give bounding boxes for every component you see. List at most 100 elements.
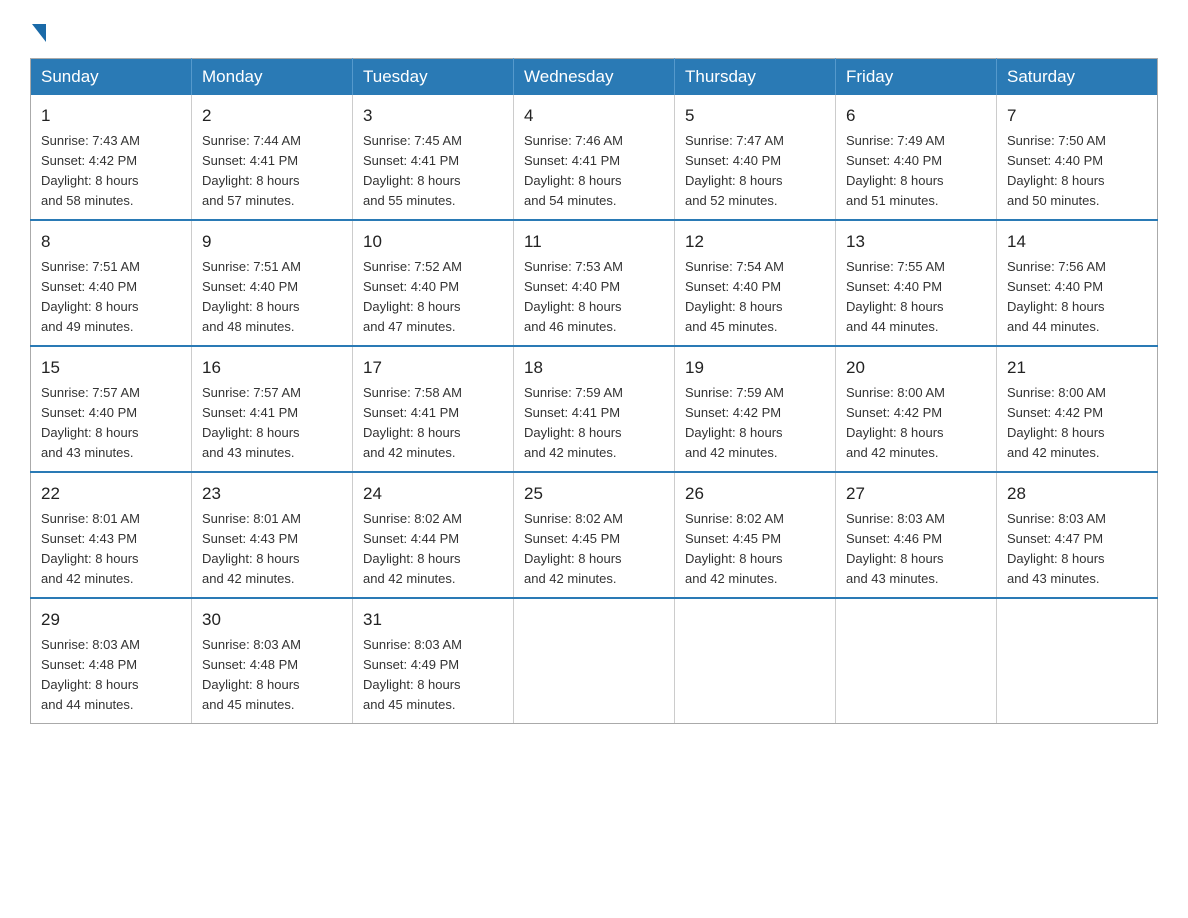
day-info: Sunrise: 8:02 AMSunset: 4:45 PMDaylight:… [524, 509, 664, 590]
day-cell: 18Sunrise: 7:59 AMSunset: 4:41 PMDayligh… [514, 346, 675, 472]
day-cell [997, 598, 1158, 724]
day-number: 9 [202, 229, 342, 255]
logo [30, 20, 46, 38]
col-header-friday: Friday [836, 59, 997, 96]
day-info: Sunrise: 7:57 AMSunset: 4:40 PMDaylight:… [41, 383, 181, 464]
day-number: 13 [846, 229, 986, 255]
day-cell: 23Sunrise: 8:01 AMSunset: 4:43 PMDayligh… [192, 472, 353, 598]
day-cell: 1Sunrise: 7:43 AMSunset: 4:42 PMDaylight… [31, 95, 192, 220]
day-info: Sunrise: 7:46 AMSunset: 4:41 PMDaylight:… [524, 131, 664, 212]
day-number: 23 [202, 481, 342, 507]
day-number: 2 [202, 103, 342, 129]
day-cell: 20Sunrise: 8:00 AMSunset: 4:42 PMDayligh… [836, 346, 997, 472]
col-header-monday: Monday [192, 59, 353, 96]
logo-arrow-icon [32, 24, 46, 42]
day-cell: 27Sunrise: 8:03 AMSunset: 4:46 PMDayligh… [836, 472, 997, 598]
day-number: 8 [41, 229, 181, 255]
day-number: 16 [202, 355, 342, 381]
day-info: Sunrise: 8:00 AMSunset: 4:42 PMDaylight:… [846, 383, 986, 464]
day-info: Sunrise: 8:03 AMSunset: 4:49 PMDaylight:… [363, 635, 503, 716]
day-number: 6 [846, 103, 986, 129]
day-number: 31 [363, 607, 503, 633]
day-cell: 6Sunrise: 7:49 AMSunset: 4:40 PMDaylight… [836, 95, 997, 220]
week-row-5: 29Sunrise: 8:03 AMSunset: 4:48 PMDayligh… [31, 598, 1158, 724]
day-info: Sunrise: 7:56 AMSunset: 4:40 PMDaylight:… [1007, 257, 1147, 338]
day-cell: 22Sunrise: 8:01 AMSunset: 4:43 PMDayligh… [31, 472, 192, 598]
day-info: Sunrise: 7:59 AMSunset: 4:42 PMDaylight:… [685, 383, 825, 464]
calendar-table: SundayMondayTuesdayWednesdayThursdayFrid… [30, 58, 1158, 724]
day-number: 5 [685, 103, 825, 129]
day-cell: 25Sunrise: 8:02 AMSunset: 4:45 PMDayligh… [514, 472, 675, 598]
day-cell: 26Sunrise: 8:02 AMSunset: 4:45 PMDayligh… [675, 472, 836, 598]
day-cell [675, 598, 836, 724]
day-cell [514, 598, 675, 724]
day-info: Sunrise: 7:59 AMSunset: 4:41 PMDaylight:… [524, 383, 664, 464]
day-info: Sunrise: 7:57 AMSunset: 4:41 PMDaylight:… [202, 383, 342, 464]
day-number: 18 [524, 355, 664, 381]
day-info: Sunrise: 7:50 AMSunset: 4:40 PMDaylight:… [1007, 131, 1147, 212]
day-cell [836, 598, 997, 724]
day-info: Sunrise: 8:01 AMSunset: 4:43 PMDaylight:… [202, 509, 342, 590]
col-header-wednesday: Wednesday [514, 59, 675, 96]
day-info: Sunrise: 7:47 AMSunset: 4:40 PMDaylight:… [685, 131, 825, 212]
day-info: Sunrise: 7:55 AMSunset: 4:40 PMDaylight:… [846, 257, 986, 338]
day-cell: 11Sunrise: 7:53 AMSunset: 4:40 PMDayligh… [514, 220, 675, 346]
week-row-3: 15Sunrise: 7:57 AMSunset: 4:40 PMDayligh… [31, 346, 1158, 472]
day-info: Sunrise: 8:02 AMSunset: 4:44 PMDaylight:… [363, 509, 503, 590]
week-row-2: 8Sunrise: 7:51 AMSunset: 4:40 PMDaylight… [31, 220, 1158, 346]
day-info: Sunrise: 7:49 AMSunset: 4:40 PMDaylight:… [846, 131, 986, 212]
day-number: 21 [1007, 355, 1147, 381]
day-number: 25 [524, 481, 664, 507]
day-info: Sunrise: 7:53 AMSunset: 4:40 PMDaylight:… [524, 257, 664, 338]
col-header-sunday: Sunday [31, 59, 192, 96]
day-number: 10 [363, 229, 503, 255]
day-info: Sunrise: 7:51 AMSunset: 4:40 PMDaylight:… [202, 257, 342, 338]
day-info: Sunrise: 8:03 AMSunset: 4:48 PMDaylight:… [202, 635, 342, 716]
day-info: Sunrise: 8:03 AMSunset: 4:48 PMDaylight:… [41, 635, 181, 716]
day-cell: 30Sunrise: 8:03 AMSunset: 4:48 PMDayligh… [192, 598, 353, 724]
page-header [30, 20, 1158, 38]
day-number: 15 [41, 355, 181, 381]
day-cell: 10Sunrise: 7:52 AMSunset: 4:40 PMDayligh… [353, 220, 514, 346]
day-cell: 12Sunrise: 7:54 AMSunset: 4:40 PMDayligh… [675, 220, 836, 346]
day-number: 19 [685, 355, 825, 381]
day-cell: 5Sunrise: 7:47 AMSunset: 4:40 PMDaylight… [675, 95, 836, 220]
day-number: 11 [524, 229, 664, 255]
day-number: 26 [685, 481, 825, 507]
day-info: Sunrise: 8:03 AMSunset: 4:46 PMDaylight:… [846, 509, 986, 590]
day-cell: 31Sunrise: 8:03 AMSunset: 4:49 PMDayligh… [353, 598, 514, 724]
day-number: 27 [846, 481, 986, 507]
day-info: Sunrise: 7:52 AMSunset: 4:40 PMDaylight:… [363, 257, 503, 338]
day-info: Sunrise: 7:44 AMSunset: 4:41 PMDaylight:… [202, 131, 342, 212]
col-header-thursday: Thursday [675, 59, 836, 96]
day-info: Sunrise: 8:00 AMSunset: 4:42 PMDaylight:… [1007, 383, 1147, 464]
week-row-1: 1Sunrise: 7:43 AMSunset: 4:42 PMDaylight… [31, 95, 1158, 220]
day-number: 24 [363, 481, 503, 507]
day-cell: 7Sunrise: 7:50 AMSunset: 4:40 PMDaylight… [997, 95, 1158, 220]
day-info: Sunrise: 7:43 AMSunset: 4:42 PMDaylight:… [41, 131, 181, 212]
day-cell: 3Sunrise: 7:45 AMSunset: 4:41 PMDaylight… [353, 95, 514, 220]
day-cell: 19Sunrise: 7:59 AMSunset: 4:42 PMDayligh… [675, 346, 836, 472]
day-cell: 21Sunrise: 8:00 AMSunset: 4:42 PMDayligh… [997, 346, 1158, 472]
day-cell: 2Sunrise: 7:44 AMSunset: 4:41 PMDaylight… [192, 95, 353, 220]
day-cell: 9Sunrise: 7:51 AMSunset: 4:40 PMDaylight… [192, 220, 353, 346]
day-number: 3 [363, 103, 503, 129]
day-number: 1 [41, 103, 181, 129]
col-header-saturday: Saturday [997, 59, 1158, 96]
day-number: 14 [1007, 229, 1147, 255]
day-number: 4 [524, 103, 664, 129]
day-number: 17 [363, 355, 503, 381]
day-cell: 15Sunrise: 7:57 AMSunset: 4:40 PMDayligh… [31, 346, 192, 472]
day-cell: 16Sunrise: 7:57 AMSunset: 4:41 PMDayligh… [192, 346, 353, 472]
day-number: 7 [1007, 103, 1147, 129]
day-info: Sunrise: 8:01 AMSunset: 4:43 PMDaylight:… [41, 509, 181, 590]
day-cell: 8Sunrise: 7:51 AMSunset: 4:40 PMDaylight… [31, 220, 192, 346]
day-number: 30 [202, 607, 342, 633]
day-info: Sunrise: 8:02 AMSunset: 4:45 PMDaylight:… [685, 509, 825, 590]
day-info: Sunrise: 7:51 AMSunset: 4:40 PMDaylight:… [41, 257, 181, 338]
logo-top [30, 20, 46, 42]
day-info: Sunrise: 7:58 AMSunset: 4:41 PMDaylight:… [363, 383, 503, 464]
day-cell: 14Sunrise: 7:56 AMSunset: 4:40 PMDayligh… [997, 220, 1158, 346]
col-header-tuesday: Tuesday [353, 59, 514, 96]
day-number: 29 [41, 607, 181, 633]
